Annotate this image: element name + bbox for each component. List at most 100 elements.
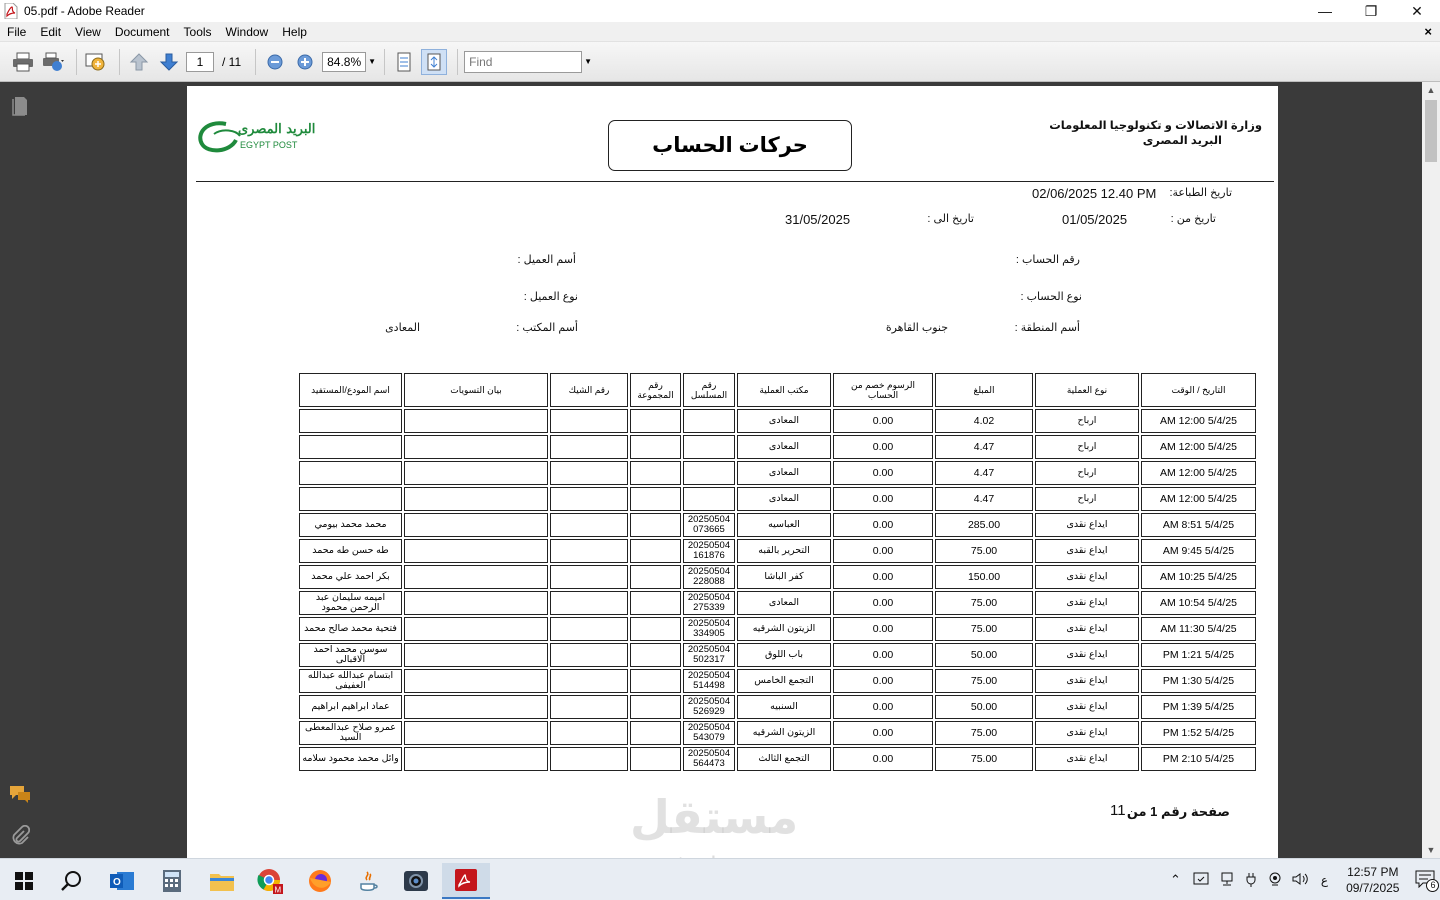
header-divider	[196, 181, 1274, 182]
start-button[interactable]	[0, 863, 48, 899]
logo-english-text: EGYPT POST	[240, 140, 298, 150]
cell-serial: 20250504 073665	[683, 513, 735, 537]
adobe-reader-window: 05.pdf - Adobe Reader — ❐ ✕ File Edit Vi…	[0, 0, 1440, 900]
cell-serial: 20250504 275339	[683, 591, 735, 615]
cell-group	[630, 487, 681, 511]
cell-amount: 75.00	[935, 539, 1033, 563]
transactions-table: التاريخ / الوقت نوع العملية المبلغ الرسو…	[297, 371, 1258, 773]
search-icon[interactable]	[48, 863, 96, 899]
account-number-label: رقم الحساب :	[1015, 254, 1080, 266]
clock[interactable]: 12:57 PM 09/7/2025	[1346, 864, 1399, 896]
close-document-button[interactable]: ×	[1424, 24, 1432, 39]
zoom-dropdown-icon[interactable]: ▼	[368, 57, 378, 66]
show-hidden-icons-icon[interactable]: ⌃	[1170, 872, 1181, 888]
clock-date: 09/7/2025	[1346, 881, 1400, 895]
previous-page-icon[interactable]	[126, 49, 152, 75]
file-explorer-icon[interactable]	[198, 863, 246, 899]
webcam-icon[interactable]	[1267, 871, 1283, 890]
next-page-icon[interactable]	[156, 49, 182, 75]
cell-cheque	[550, 695, 628, 719]
account-type-label: نوع الحساب :	[1020, 291, 1082, 303]
pages-panel-icon[interactable]	[8, 94, 32, 118]
menu-edit[interactable]: Edit	[33, 25, 68, 39]
zoom-in-icon[interactable]	[292, 49, 318, 75]
cell-group	[630, 643, 681, 667]
cell-serial: 20250504 334905	[683, 617, 735, 641]
pdf-file-icon	[4, 2, 18, 20]
scrolling-mode-icon[interactable]	[391, 49, 417, 75]
print-setup-icon[interactable]	[40, 49, 66, 75]
close-window-button[interactable]: ✕	[1394, 0, 1440, 22]
java-icon[interactable]	[344, 863, 392, 899]
vertical-scrollbar[interactable]: ▲ ▼	[1422, 82, 1440, 858]
cell-serial: 20250504 564473	[683, 747, 735, 771]
cell-group	[630, 435, 681, 459]
cell-group	[630, 721, 681, 745]
cell-office: العباسيه	[737, 513, 831, 537]
network-icon[interactable]	[1219, 871, 1235, 890]
find-input[interactable]: Find	[464, 50, 583, 73]
cell-group	[630, 591, 681, 615]
comments-panel-icon[interactable]	[8, 782, 32, 806]
menu-window[interactable]: Window	[219, 25, 276, 39]
fit-page-icon[interactable]	[421, 48, 448, 75]
cell-fees: 0.00	[833, 461, 933, 485]
scroll-down-icon[interactable]: ▼	[1422, 842, 1440, 858]
camera-app-icon[interactable]	[392, 863, 440, 899]
outlook-icon[interactable]: O	[98, 863, 146, 899]
maximize-button[interactable]: ❐	[1348, 0, 1394, 22]
page-number-input[interactable]: 1	[186, 51, 214, 72]
adobe-reader-taskbar-icon[interactable]	[442, 863, 490, 899]
zoom-out-icon[interactable]	[262, 49, 288, 75]
firefox-icon[interactable]	[296, 863, 344, 899]
input-language[interactable]: ع	[1321, 873, 1328, 887]
cell-amount: 50.00	[935, 643, 1033, 667]
cell-amount: 75.00	[935, 617, 1033, 641]
collaborate-icon[interactable]	[83, 49, 109, 75]
defender-icon[interactable]	[1193, 871, 1209, 890]
scrollbar-thumb[interactable]	[1425, 100, 1437, 162]
cell-serial: 20250504 502317	[683, 643, 735, 667]
from-date-label: تاريخ من :	[1170, 213, 1216, 225]
cell-fees: 0.00	[833, 513, 933, 537]
cell-serial: 20250504 228088	[683, 565, 735, 589]
plug-icon[interactable]	[1243, 871, 1259, 890]
calculator-icon[interactable]	[148, 863, 196, 899]
table-row: 5/4/25 10:54 AM ايداع نقدى 75.00 0.00 المعاد…	[299, 591, 1256, 615]
cell-datetime: 5/4/25 1:52 PM	[1141, 721, 1256, 745]
zoom-level-input[interactable]: 84.8%	[322, 51, 367, 72]
attachments-panel-icon[interactable]	[8, 824, 32, 848]
menu-file[interactable]: File	[0, 25, 33, 39]
watermark-arabic: مستقل	[630, 791, 799, 843]
notifications-icon[interactable]: 6	[1415, 870, 1440, 892]
menu-tools[interactable]: Tools	[177, 25, 219, 39]
cell-operation-type: ايداع نقدى	[1035, 565, 1139, 589]
cell-settlements	[404, 747, 548, 771]
cell-serial	[683, 461, 735, 485]
minimize-button[interactable]: —	[1302, 0, 1348, 22]
cell-cheque	[550, 565, 628, 589]
cell-fees: 0.00	[833, 669, 933, 693]
menu-document[interactable]: Document	[108, 25, 177, 39]
egypt-post-logo: البريد المصرى EGYPT POST	[196, 118, 315, 158]
cell-office: المعادى	[737, 591, 831, 615]
chrome-icon[interactable]: M	[246, 863, 294, 899]
cell-group	[630, 565, 681, 589]
region-value: جنوب القاهرة	[885, 322, 948, 334]
menu-help[interactable]: Help	[275, 25, 314, 39]
cell-cheque	[550, 513, 628, 537]
volume-icon[interactable]	[1291, 871, 1309, 890]
cell-group	[630, 513, 681, 537]
cell-settlements	[404, 643, 548, 667]
menu-view[interactable]: View	[68, 25, 108, 39]
cell-fees: 0.00	[833, 643, 933, 667]
print-icon[interactable]	[10, 49, 36, 75]
scroll-up-icon[interactable]: ▲	[1422, 82, 1440, 98]
cell-datetime: 5/4/25 12:00 AM	[1141, 409, 1256, 433]
cell-operation-type: ارباح	[1035, 487, 1139, 511]
find-dropdown-icon[interactable]: ▼	[584, 57, 594, 66]
cell-cheque	[550, 539, 628, 563]
cell-serial: 20250504 543079	[683, 721, 735, 745]
cell-settlements	[404, 487, 548, 511]
cell-datetime: 5/4/25 1:21 PM	[1141, 643, 1256, 667]
